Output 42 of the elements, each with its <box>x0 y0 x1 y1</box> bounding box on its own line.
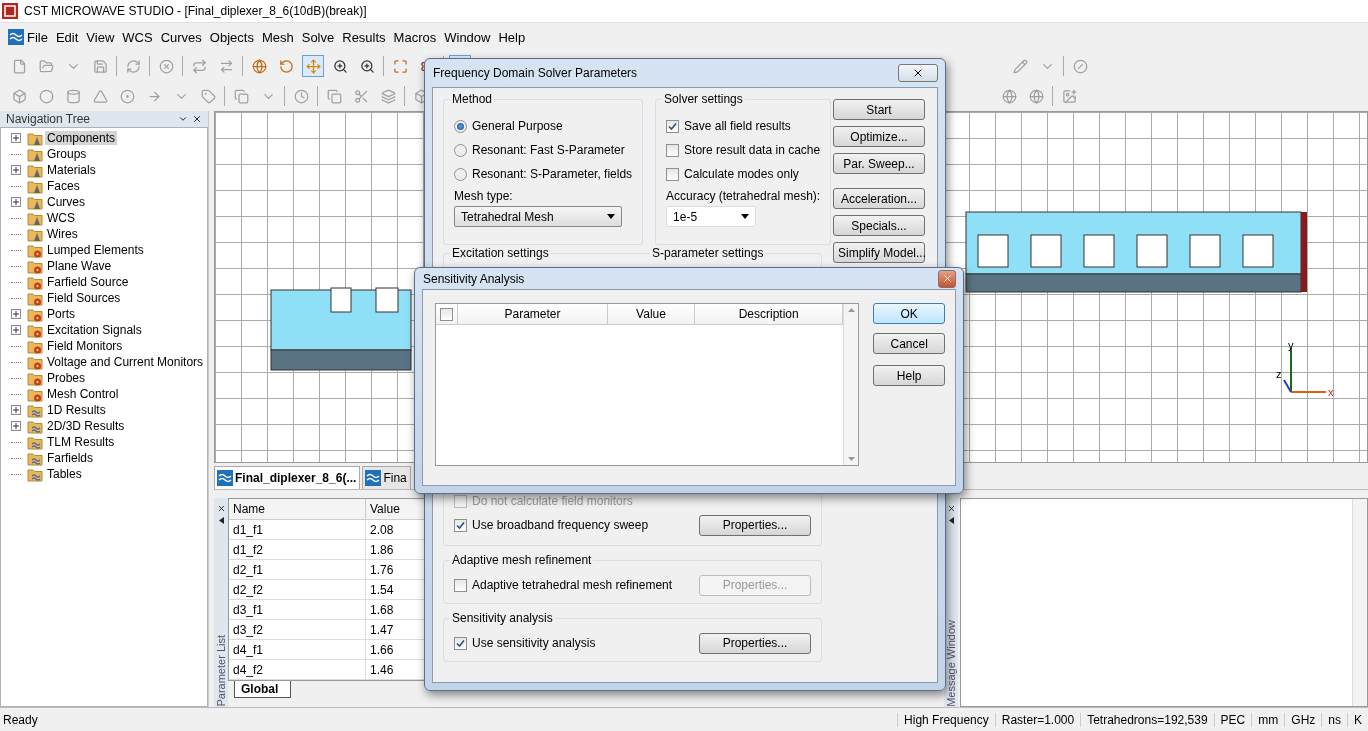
checkbox-label: Use broadband frequency sweep <box>472 518 649 532</box>
table-cell: d2_f2 <box>229 580 366 600</box>
dialog-title: Sensitivity Analysis <box>423 271 525 286</box>
field-label: Accuracy (tetrahedral mesh): <box>666 189 821 203</box>
group-title: Solver settings <box>662 92 745 106</box>
table-cell: d3_f1 <box>229 600 366 620</box>
panel-title: Message Window <box>945 619 957 707</box>
status-item: mm <box>1251 712 1285 727</box>
radio-label: General Purpose <box>472 119 563 133</box>
group-title: Method <box>450 92 495 106</box>
table-cell: d3_f2 <box>229 620 366 640</box>
group-title: S-parameter settings <box>650 246 766 260</box>
checkbox-label: Adaptive tetrahedral mesh refinement <box>472 578 673 592</box>
axes-drawing: y z x <box>1276 339 1334 398</box>
group-title: Sensitivity analysis <box>450 611 555 625</box>
checkbox-label: Do not calculate field monitors <box>472 494 633 508</box>
table-cell: d4_f1 <box>229 640 366 660</box>
dialog-title: Frequency Domain Solver Parameters <box>433 66 638 80</box>
status-item: ns <box>1321 712 1347 727</box>
table-cell: d2_f1 <box>229 560 366 580</box>
status-item: K <box>1347 712 1368 727</box>
checkbox-label: Use sensitivity analysis <box>472 636 596 650</box>
status-item: Raster=1.000 <box>994 712 1081 727</box>
checkbox-label: Calculate modes only <box>684 167 799 181</box>
status-item: Tetrahedrons=192,539 <box>1080 712 1214 727</box>
panel-title: Parameter List <box>215 634 227 707</box>
group-title: Excitation settings <box>450 246 551 260</box>
status-item: PEC <box>1213 712 1252 727</box>
table-cell: d1_f1 <box>229 520 366 540</box>
status-text: Ready <box>3 712 38 727</box>
checkbox-label: Store result data in cache <box>684 143 821 157</box>
table-cell: d4_f2 <box>229 660 366 680</box>
group-title: Adaptive mesh refinement <box>450 553 594 567</box>
panel-title: Navigation Tree <box>6 112 91 126</box>
field-label: Mesh type: <box>454 189 513 203</box>
checkbox-label: Save all field results <box>684 119 791 133</box>
radio-label: Resonant: S-Parameter, fields <box>472 167 633 181</box>
radio-label: Resonant: Fast S-Parameter <box>472 143 625 157</box>
status-item: High Frequency <box>897 712 995 727</box>
table-cell: d1_f2 <box>229 540 366 560</box>
window-title: CST MICROWAVE STUDIO - [Final_diplexer_8_6(10dB)(break)] <box>24 4 367 18</box>
status-item: GHz <box>1284 712 1322 727</box>
